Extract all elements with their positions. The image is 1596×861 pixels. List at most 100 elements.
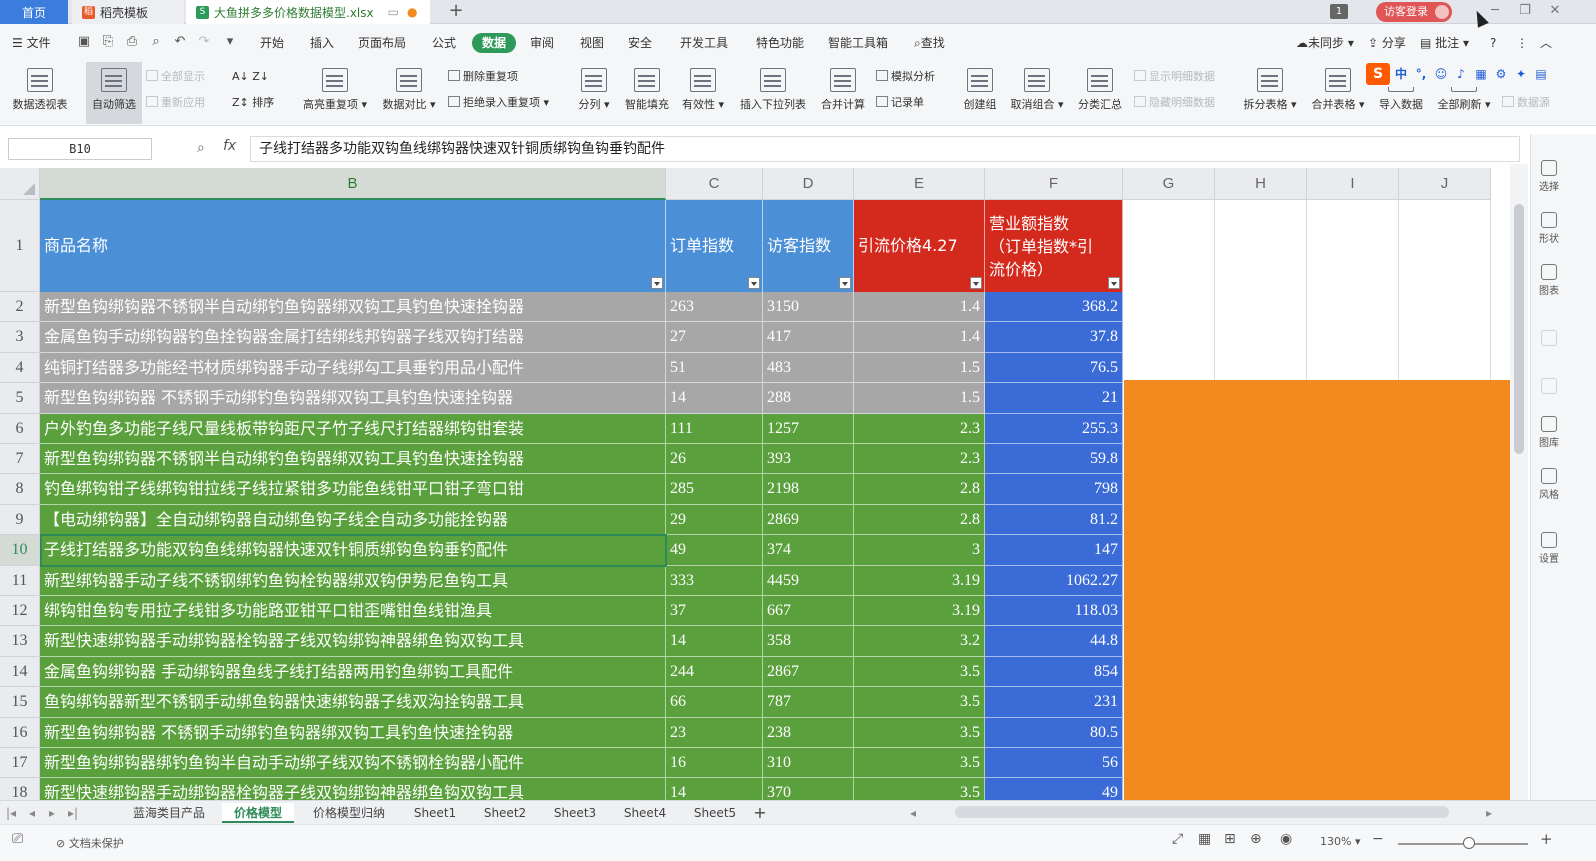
hide-detail-button[interactable]: 隐藏明细数据 <box>1134 94 1215 112</box>
cell-visitor-index[interactable]: 2198 <box>763 474 854 505</box>
cell-traffic-price[interactable]: 1.4 <box>854 322 985 353</box>
cell-visitor-index[interactable]: 358 <box>763 626 854 657</box>
ime-skin-icon[interactable]: ✦ <box>1512 65 1530 83</box>
row-header-5[interactable]: 5 <box>0 383 40 414</box>
hscroll-right-icon[interactable]: ▸ <box>1482 803 1496 823</box>
ime-tools-icon[interactable]: ⚙ <box>1492 65 1510 83</box>
what-if-analysis-button[interactable]: 模拟分析 <box>876 68 935 86</box>
side-chart-button[interactable]: 图表 <box>1531 264 1567 297</box>
cell-product-name[interactable]: 绑钩钳鱼钩专用拉子线钳多功能路亚钳平口钳歪嘴钳鱼线钳渔具 <box>40 596 666 627</box>
cell-order-index[interactable]: 26 <box>666 444 763 475</box>
doc-protect-status[interactable]: ⊘ 文档未保护 <box>56 835 124 851</box>
sheet-tab-sheet2[interactable]: Sheet2 <box>474 803 536 823</box>
fx-icon[interactable]: fx <box>223 138 236 154</box>
cell-traffic-price[interactable]: 3.19 <box>854 565 985 596</box>
cell-traffic-price[interactable]: 1.5 <box>854 383 985 414</box>
cell-traffic-price[interactable]: 1.4 <box>854 292 985 323</box>
cell-revenue-index[interactable]: 49 <box>985 778 1123 800</box>
cell-traffic-price[interactable]: 3.5 <box>854 748 985 779</box>
cell-traffic-price[interactable]: 1.5 <box>854 352 985 384</box>
sheet-tab-price-model[interactable]: 价格模型 <box>222 803 294 823</box>
column-header-j[interactable]: J <box>1399 168 1491 200</box>
menu-special[interactable]: 特色功能 <box>756 33 804 53</box>
normal-view-icon[interactable]: ▦ <box>1198 831 1211 847</box>
cell-product-name[interactable]: 新型快速绑钩器手动绑钩器栓钩器子线双钩绑钩神器绑鱼钩双钩工具 <box>40 778 666 800</box>
menu-insert[interactable]: 插入 <box>310 33 334 53</box>
cell-revenue-index[interactable]: 81.2 <box>985 504 1123 536</box>
cell-order-index[interactable]: 244 <box>666 656 763 688</box>
cell-product-name[interactable]: 钓鱼绑钩钳子线绑钩钳拉线子线拉紧钳多功能鱼线钳平口钳子弯口钳 <box>40 474 666 505</box>
cell-visitor-index[interactable]: 483 <box>763 352 854 384</box>
vertical-scrollbar[interactable] <box>1510 164 1528 800</box>
row-header-2[interactable]: 2 <box>0 292 40 323</box>
row-header-17[interactable]: 17 <box>0 748 40 779</box>
cell-visitor-index[interactable]: 2867 <box>763 656 854 688</box>
cell-order-index[interactable]: 16 <box>666 748 763 779</box>
cell-revenue-index[interactable]: 56 <box>985 748 1123 779</box>
filter-dropdown-c-icon[interactable] <box>748 277 760 289</box>
cell-revenue-index[interactable]: 76.5 <box>985 352 1123 384</box>
print-preview-icon[interactable]: ⌕ <box>148 34 164 50</box>
cell-traffic-price[interactable]: 3.5 <box>854 778 985 800</box>
show-all-button[interactable]: 全部显示 <box>146 68 205 86</box>
quick-access-dropdown-icon[interactable]: ▾ <box>222 34 238 50</box>
help-icon[interactable]: ? <box>1490 33 1496 53</box>
ime-keyboard-icon[interactable]: ▦ <box>1472 65 1490 83</box>
cell-product-name[interactable]: 纯铜打结器多功能经书材质绑钩器手动子线绑勾工具垂钓用品小配件 <box>40 352 666 384</box>
select-all-corner[interactable] <box>0 168 40 200</box>
column-header-d[interactable]: D <box>763 168 854 200</box>
column-header-e[interactable]: E <box>854 168 985 200</box>
cell-order-index[interactable]: 14 <box>666 626 763 657</box>
cell-order-index[interactable]: 285 <box>666 474 763 505</box>
cell-revenue-index[interactable]: 368.2 <box>985 292 1123 323</box>
redo-icon[interactable]: ↷ <box>196 34 212 50</box>
row-header-8[interactable]: 8 <box>0 474 40 505</box>
insert-dropdown-list-button[interactable]: 插入下拉列表 <box>736 62 810 124</box>
data-compare-button[interactable]: 数据对比 ▾ <box>378 62 440 124</box>
reapply-button[interactable]: 重新应用 <box>146 94 205 112</box>
cell-traffic-price[interactable]: 2.3 <box>854 444 985 475</box>
cell-order-index[interactable]: 23 <box>666 717 763 748</box>
row-header-6[interactable]: 6 <box>0 413 40 444</box>
cell-order-index[interactable]: 111 <box>666 413 763 444</box>
filter-dropdown-b-icon[interactable] <box>651 277 663 289</box>
name-box[interactable]: B10 <box>8 138 152 160</box>
reading-mode-icon[interactable]: ⊕ <box>1250 831 1262 847</box>
ime-chinese-icon[interactable]: 中 <box>1392 65 1410 83</box>
tab-home[interactable]: 首页 <box>0 0 68 24</box>
menu-developer[interactable]: 开发工具 <box>680 33 728 53</box>
autofilter-button[interactable]: 自动筛选 <box>86 62 142 124</box>
cell-traffic-price[interactable]: 2.8 <box>854 474 985 505</box>
cell-traffic-price[interactable]: 3 <box>854 535 985 566</box>
collapse-ribbon-icon[interactable]: ︿ <box>1540 33 1552 53</box>
cell-revenue-index[interactable]: 59.8 <box>985 444 1123 475</box>
cell-visitor-index[interactable]: 417 <box>763 322 854 353</box>
row-header-11[interactable]: 11 <box>0 565 40 596</box>
cell-revenue-index[interactable]: 37.8 <box>985 322 1123 353</box>
hscroll-left-icon[interactable]: ◂ <box>906 803 920 823</box>
cell-order-index[interactable]: 27 <box>666 322 763 353</box>
cell-revenue-index[interactable]: 854 <box>985 656 1123 688</box>
ungroup-button[interactable]: 取消组合 ▾ <box>1008 62 1066 124</box>
subtotal-button[interactable]: 分类汇总 <box>1074 62 1126 124</box>
cell-visitor-index[interactable]: 3150 <box>763 292 854 323</box>
menu-security[interactable]: 安全 <box>628 33 652 53</box>
cell-order-index[interactable]: 66 <box>666 687 763 718</box>
print-icon[interactable]: ⎙ <box>124 34 140 50</box>
validity-button[interactable]: 有效性 ▾ <box>680 62 726 124</box>
side-gallery-button[interactable]: 图库 <box>1531 416 1567 449</box>
find-function-icon[interactable]: ⌕ <box>197 140 215 158</box>
cell-revenue-index[interactable]: 255.3 <box>985 413 1123 444</box>
sogou-logo-icon[interactable]: S <box>1366 63 1390 85</box>
output-icon[interactable]: ⎘ <box>100 34 116 50</box>
worksheet-grid[interactable]: BCDEFGHIJ 1 2 3 4 5 6 7 8 9 10 11 12 13 14 15 16 17 18 新型… <box>0 164 1510 800</box>
first-sheet-icon[interactable]: |◂ <box>0 803 22 823</box>
prev-sheet-icon[interactable]: ◂ <box>22 803 42 823</box>
window-count-badge[interactable]: 1 <box>1330 4 1348 19</box>
cell-revenue-index[interactable]: 231 <box>985 687 1123 718</box>
cell-product-name[interactable]: 新型快速绑钩器手动绑钩器栓钩器子线双钩绑钩神器绑鱼钩双钩工具 <box>40 626 666 657</box>
macro-record-icon[interactable]: ⎚ <box>12 831 23 847</box>
cell-visitor-index[interactable]: 787 <box>763 687 854 718</box>
merge-table-button[interactable]: 合并表格 ▾ <box>1310 62 1366 124</box>
ime-punct-icon[interactable]: °, <box>1412 65 1430 83</box>
